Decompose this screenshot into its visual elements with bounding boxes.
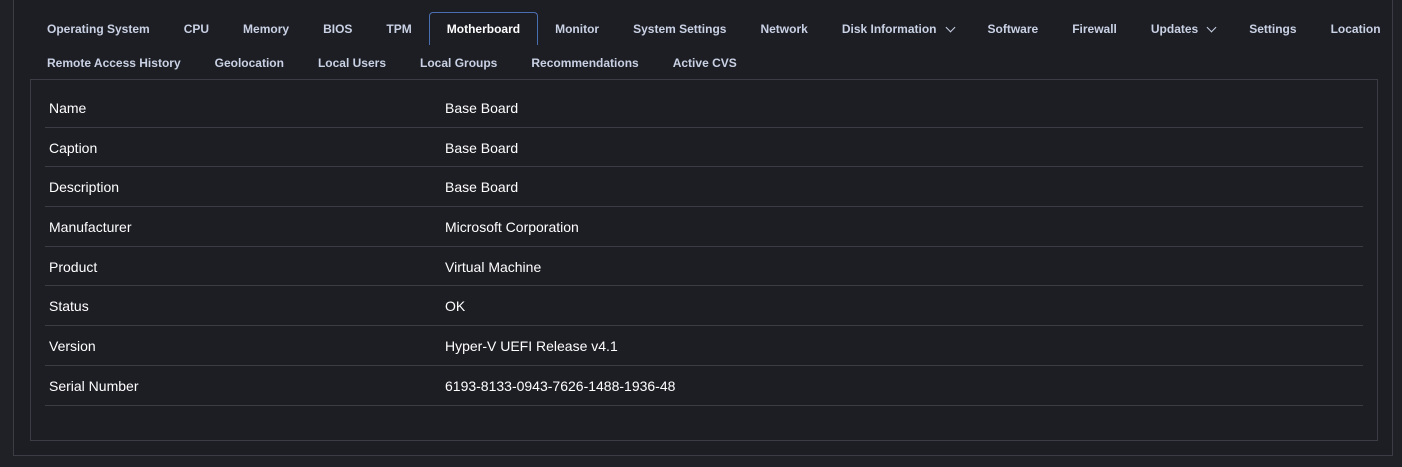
tab-disk-information[interactable]: Disk Information xyxy=(825,14,971,44)
table-row: Name Base Board xyxy=(45,88,1363,128)
tab-local-users[interactable]: Local Users xyxy=(301,48,403,78)
tab-label: Updates xyxy=(1150,22,1199,36)
tab-settings[interactable]: Settings xyxy=(1232,14,1313,44)
chevron-down-icon[interactable] xyxy=(1206,22,1217,32)
property-value: Hyper-V UEFI Release v4.1 xyxy=(445,338,618,355)
property-name: Status xyxy=(49,298,89,315)
tab-label: Operating System xyxy=(47,22,150,36)
property-value: 6193-8133-0943-7626-1488-1936-48 xyxy=(445,377,676,394)
property-value: Base Board xyxy=(445,179,519,196)
tab-label: Motherboard xyxy=(446,22,521,36)
tab-software[interactable]: Software xyxy=(971,14,1056,44)
property-name: Serial Number xyxy=(49,377,139,394)
property-name: Caption xyxy=(49,139,98,156)
tab-firewall[interactable]: Firewall xyxy=(1055,14,1134,44)
property-value: Microsoft Corporation xyxy=(445,219,579,236)
property-name: Name xyxy=(49,100,87,116)
tab-label: Active CVS xyxy=(672,56,737,70)
tab-motherboard[interactable]: Motherboard xyxy=(428,12,539,45)
table-row: Description Base Board xyxy=(45,167,1363,208)
tab-label: Network xyxy=(760,22,808,36)
device-details-container: Operating System CPU Memory BIOS TPM Motherbo… xyxy=(13,0,1393,456)
tab-label: System Settings xyxy=(633,22,727,36)
property-value: Virtual Machine xyxy=(445,258,542,275)
tab-label: Location xyxy=(1330,22,1381,36)
motherboard-properties-table: Name Base Board Caption Base Board Descripti… xyxy=(45,88,1363,406)
tab-label: TPM xyxy=(386,22,412,36)
tab-network[interactable]: Network xyxy=(743,14,824,44)
tab-label: Local Groups xyxy=(420,56,498,70)
table-row: Serial Number 6193-8133-0943-7626-1488-19… xyxy=(45,366,1363,406)
tab-bar-row-1: Operating System CPU Memory BIOS TPM Motherbo… xyxy=(30,12,1398,45)
tab-geolocation[interactable]: Geolocation xyxy=(198,48,301,78)
table-row: Manufacturer Microsoft Corporation xyxy=(45,207,1363,247)
tab-label: Local Users xyxy=(317,56,387,70)
property-name: Manufacturer xyxy=(49,219,132,236)
tab-operating-system[interactable]: Operating System xyxy=(30,14,167,44)
tab-label: BIOS xyxy=(323,22,353,36)
property-name: Version xyxy=(49,338,96,355)
table-row: Caption Base Board xyxy=(45,128,1363,168)
motherboard-panel: Name Base Board Caption Base Board Descripti… xyxy=(30,79,1378,441)
property-value: OK xyxy=(445,298,466,315)
tab-label: Geolocation xyxy=(214,56,284,70)
tab-location[interactable]: Location xyxy=(1314,14,1398,44)
table-row: Version Hyper-V UEFI Release v4.1 xyxy=(45,326,1363,366)
tab-label: Monitor xyxy=(555,22,600,36)
tab-remote-access-history[interactable]: Remote Access History xyxy=(30,48,198,78)
tab-label: CPU xyxy=(183,22,210,36)
tab-label: Settings xyxy=(1249,22,1297,36)
tab-label: Software xyxy=(987,22,1039,36)
tab-label: Recommendations xyxy=(531,56,639,70)
tab-monitor[interactable]: Monitor xyxy=(538,14,616,44)
tab-label: Disk Information xyxy=(841,22,937,36)
tab-tpm[interactable]: TPM xyxy=(369,14,428,44)
tab-active-cvs[interactable]: Active CVS xyxy=(656,48,754,78)
tab-bar-row-2: Remote Access History Geolocation Local Us… xyxy=(30,48,754,78)
property-value: Base Board xyxy=(445,139,519,156)
tab-local-groups[interactable]: Local Groups xyxy=(403,48,514,78)
table-row: Status OK xyxy=(45,286,1363,327)
tab-label: Remote Access History xyxy=(47,56,181,70)
property-value: Base Board xyxy=(445,100,519,116)
property-name: Description xyxy=(49,179,120,196)
tab-cpu[interactable]: CPU xyxy=(167,14,226,44)
tab-recommendations[interactable]: Recommendations xyxy=(514,48,655,78)
table-row: Product Virtual Machine xyxy=(45,247,1363,287)
tab-system-settings[interactable]: System Settings xyxy=(616,14,743,44)
tab-bios[interactable]: BIOS xyxy=(306,14,369,44)
tab-label: Memory xyxy=(243,22,290,36)
tab-updates[interactable]: Updates xyxy=(1134,14,1232,44)
tab-memory[interactable]: Memory xyxy=(226,14,306,44)
chevron-down-icon[interactable] xyxy=(945,22,955,32)
tab-label: Firewall xyxy=(1072,22,1117,36)
property-name: Product xyxy=(49,258,98,275)
